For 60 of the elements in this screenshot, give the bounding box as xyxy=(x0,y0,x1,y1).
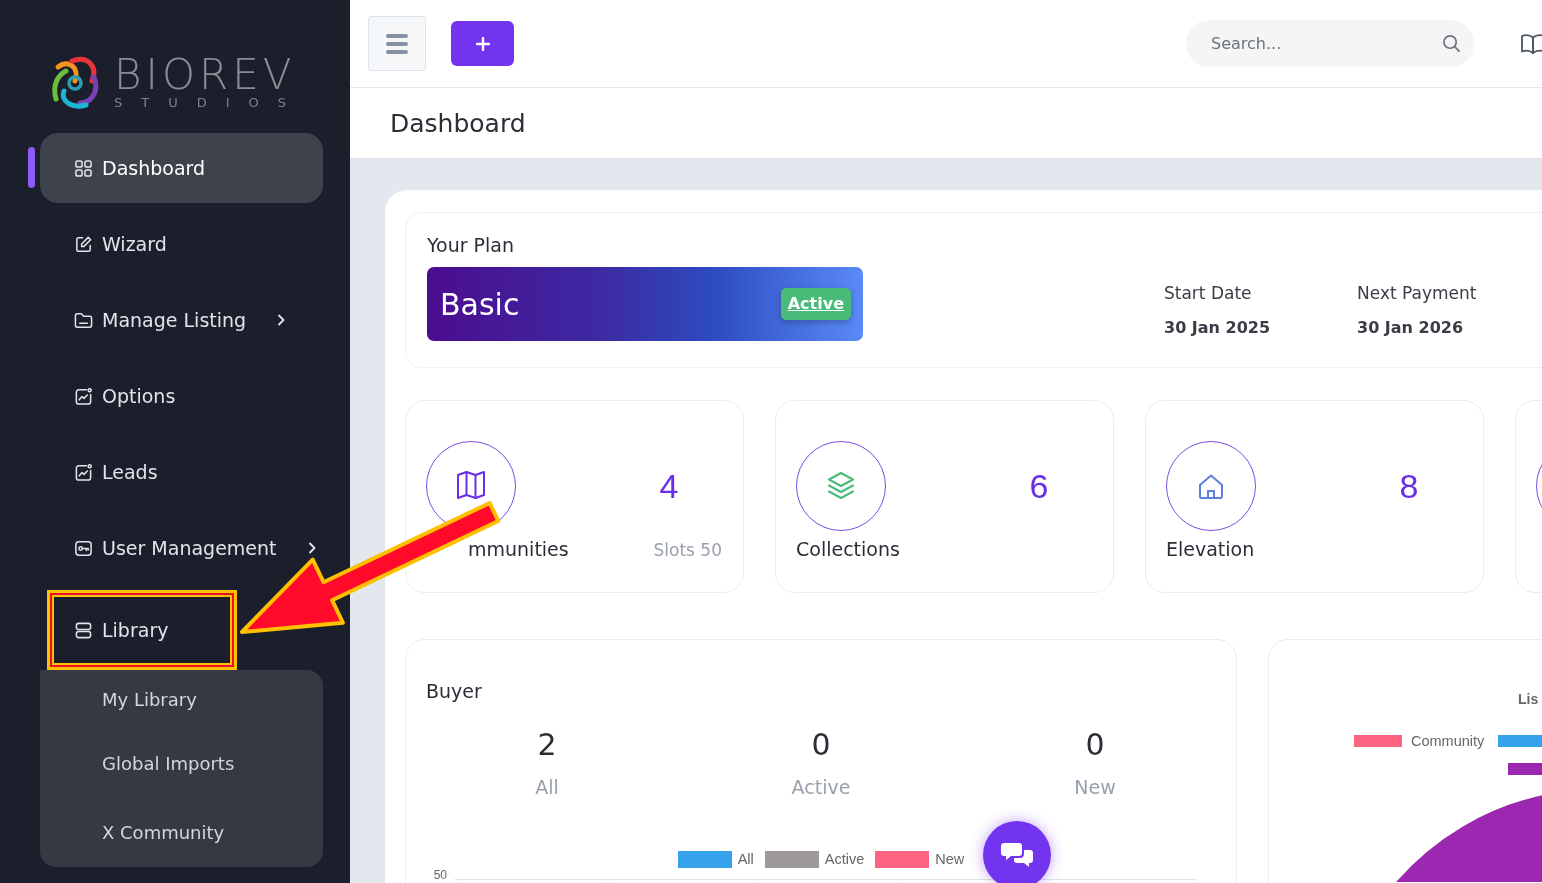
stat-label: Collections xyxy=(796,537,900,562)
count-label: All xyxy=(535,775,559,800)
logo-icon xyxy=(50,55,100,109)
legend-label: New xyxy=(935,851,965,867)
stat-value: 6 xyxy=(1028,466,1050,506)
chart-icon xyxy=(74,462,93,482)
search-field[interactable]: Search... xyxy=(1186,20,1474,67)
menu-button[interactable] xyxy=(368,16,426,71)
plan-name: Basic xyxy=(440,286,520,322)
chart-icon xyxy=(74,386,93,406)
logo-tagline: STUDIOS xyxy=(114,96,306,110)
sidebar-item[interactable]: Manage Listing xyxy=(40,285,323,355)
count-value: 0 xyxy=(811,727,831,763)
menu-icon xyxy=(386,33,408,54)
sidebar-item[interactable]: Options xyxy=(40,361,323,431)
count-label: Active xyxy=(791,775,851,800)
date-label: Start Date xyxy=(1164,282,1253,305)
count-value: 2 xyxy=(537,727,557,763)
folder-icon xyxy=(74,310,93,330)
stat-value: 4 xyxy=(658,466,680,506)
logo-wordmark: BIOREV xyxy=(114,55,297,95)
book-icon[interactable] xyxy=(1520,32,1542,55)
active-indicator xyxy=(28,147,35,188)
page-title: Dashboard xyxy=(390,108,526,138)
status-badge: Active xyxy=(780,288,851,320)
submenu-item[interactable]: Global Imports xyxy=(40,729,323,798)
date-label: Next Payment xyxy=(1357,282,1478,305)
axis-tick-label: 50 xyxy=(433,869,447,881)
plus-icon xyxy=(475,36,490,51)
date-value: 30 Jan 2025 xyxy=(1164,317,1272,339)
chart-title: Lis xyxy=(1518,690,1540,708)
sidebar-item[interactable]: Library xyxy=(47,590,237,670)
card-title: Buyer xyxy=(426,679,483,704)
stack-icon xyxy=(74,620,93,640)
key-card-icon xyxy=(74,538,93,558)
stat-label: mmunities xyxy=(468,537,569,562)
stat-label: Elevation xyxy=(1166,537,1255,562)
sidebar-item[interactable]: Leads xyxy=(40,437,323,507)
plan-heading: Your Plan xyxy=(427,233,516,258)
date-value: 30 Jan 2026 xyxy=(1357,317,1465,339)
chat-bubbles-icon xyxy=(1001,841,1033,869)
add-button[interactable] xyxy=(451,21,514,66)
search-input[interactable]: Search... xyxy=(1211,28,1434,59)
grid-icon xyxy=(74,158,93,178)
pencil-square-icon xyxy=(74,234,93,254)
sidebar-item[interactable]: User Management xyxy=(40,513,323,583)
layers-icon xyxy=(796,441,886,531)
legend-label: All xyxy=(737,851,754,867)
count-value: 0 xyxy=(1085,727,1105,763)
submenu-item[interactable]: My Library xyxy=(40,670,323,729)
legend-label: Community xyxy=(1411,733,1485,749)
submenu-item[interactable]: X Community xyxy=(40,798,323,867)
search-icon[interactable] xyxy=(1442,34,1461,53)
legend-label: Active xyxy=(824,851,865,867)
house-icon xyxy=(1166,441,1256,531)
stat-note: Slots 50 xyxy=(653,540,722,560)
stat-value: 8 xyxy=(1398,466,1420,506)
sidebar-item[interactable]: Wizard xyxy=(40,209,323,279)
count-label: New xyxy=(1074,775,1116,800)
sidebar-item[interactable]: Dashboard xyxy=(40,133,323,203)
